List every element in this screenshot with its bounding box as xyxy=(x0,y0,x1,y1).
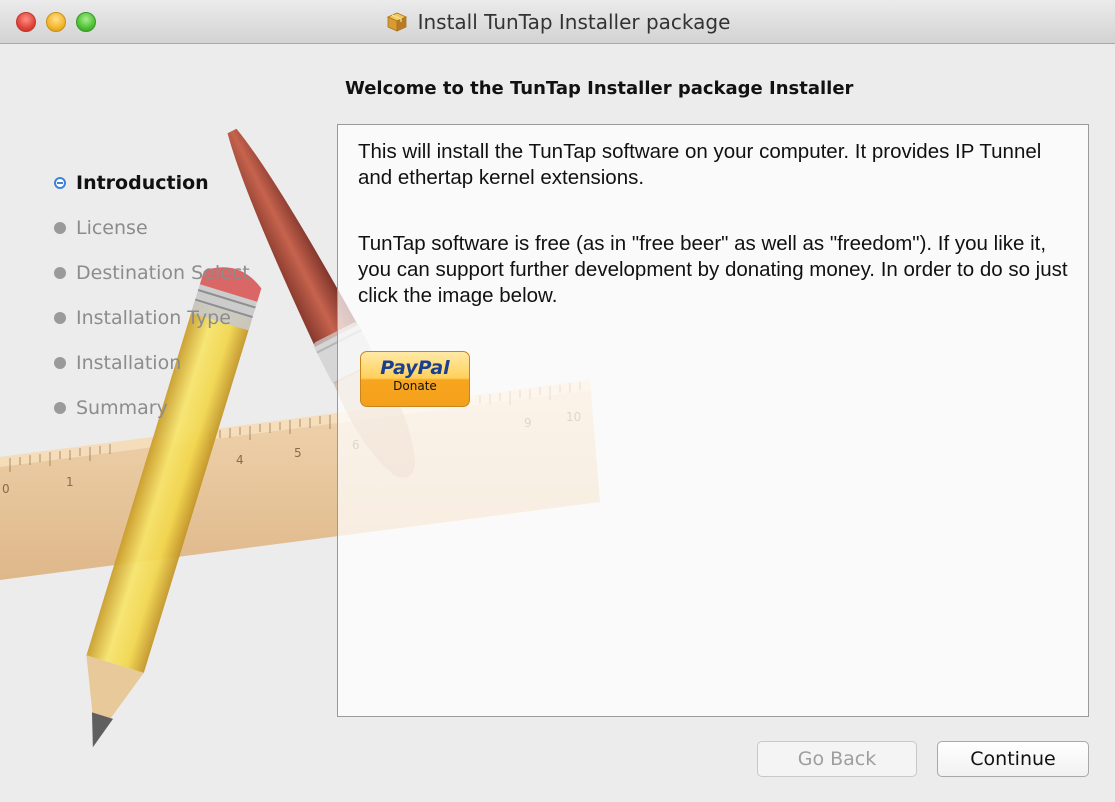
step-label: License xyxy=(76,216,148,239)
installer-steps: Introduction License Destination Select … xyxy=(54,160,250,430)
step-label: Summary xyxy=(76,396,168,419)
content-panel: This will install the TunTap software on… xyxy=(337,124,1089,717)
intro-paragraph: This will install the TunTap software on… xyxy=(358,140,1042,189)
step-introduction: Introduction xyxy=(54,160,250,205)
donation-paragraph: TunTap software is free (as in "free bee… xyxy=(358,232,1068,307)
step-installation-type: Installation Type xyxy=(54,295,250,340)
paypal-donate-label: Donate xyxy=(393,379,437,393)
step-bullet-icon xyxy=(54,311,66,324)
go-back-button[interactable]: Go Back xyxy=(757,741,917,777)
step-label: Installation xyxy=(76,351,182,374)
paypal-donate-button[interactable]: PayPal Donate xyxy=(360,351,470,407)
step-bullet-icon xyxy=(54,401,66,414)
window-title: Install TunTap Installer package xyxy=(417,10,731,34)
step-installation: Installation xyxy=(54,340,250,385)
step-license: License xyxy=(54,205,250,250)
step-bullet-icon xyxy=(54,356,66,369)
package-icon xyxy=(386,12,407,32)
step-destination-select: Destination Select xyxy=(54,250,250,295)
step-label: Destination Select xyxy=(76,261,250,284)
title-bar[interactable]: Install TunTap Installer package xyxy=(0,0,1115,44)
step-bullet-icon xyxy=(54,266,66,279)
step-current-indicator-icon xyxy=(54,176,66,189)
step-summary: Summary xyxy=(54,385,250,430)
page-heading: Welcome to the TunTap Installer package … xyxy=(345,78,854,99)
paypal-logo-text: PayPal xyxy=(380,357,450,379)
step-label: Installation Type xyxy=(76,306,231,329)
ruler-number-1: 1 xyxy=(66,475,74,489)
ruler-number-0: 0 xyxy=(2,482,10,496)
title-wrap: Install TunTap Installer package xyxy=(0,0,1115,44)
step-label: Introduction xyxy=(76,171,209,194)
ruler-number-4: 4 xyxy=(236,453,244,467)
ruler-number-5: 5 xyxy=(294,446,302,460)
step-bullet-icon xyxy=(54,221,66,234)
continue-button[interactable]: Continue xyxy=(937,741,1089,777)
